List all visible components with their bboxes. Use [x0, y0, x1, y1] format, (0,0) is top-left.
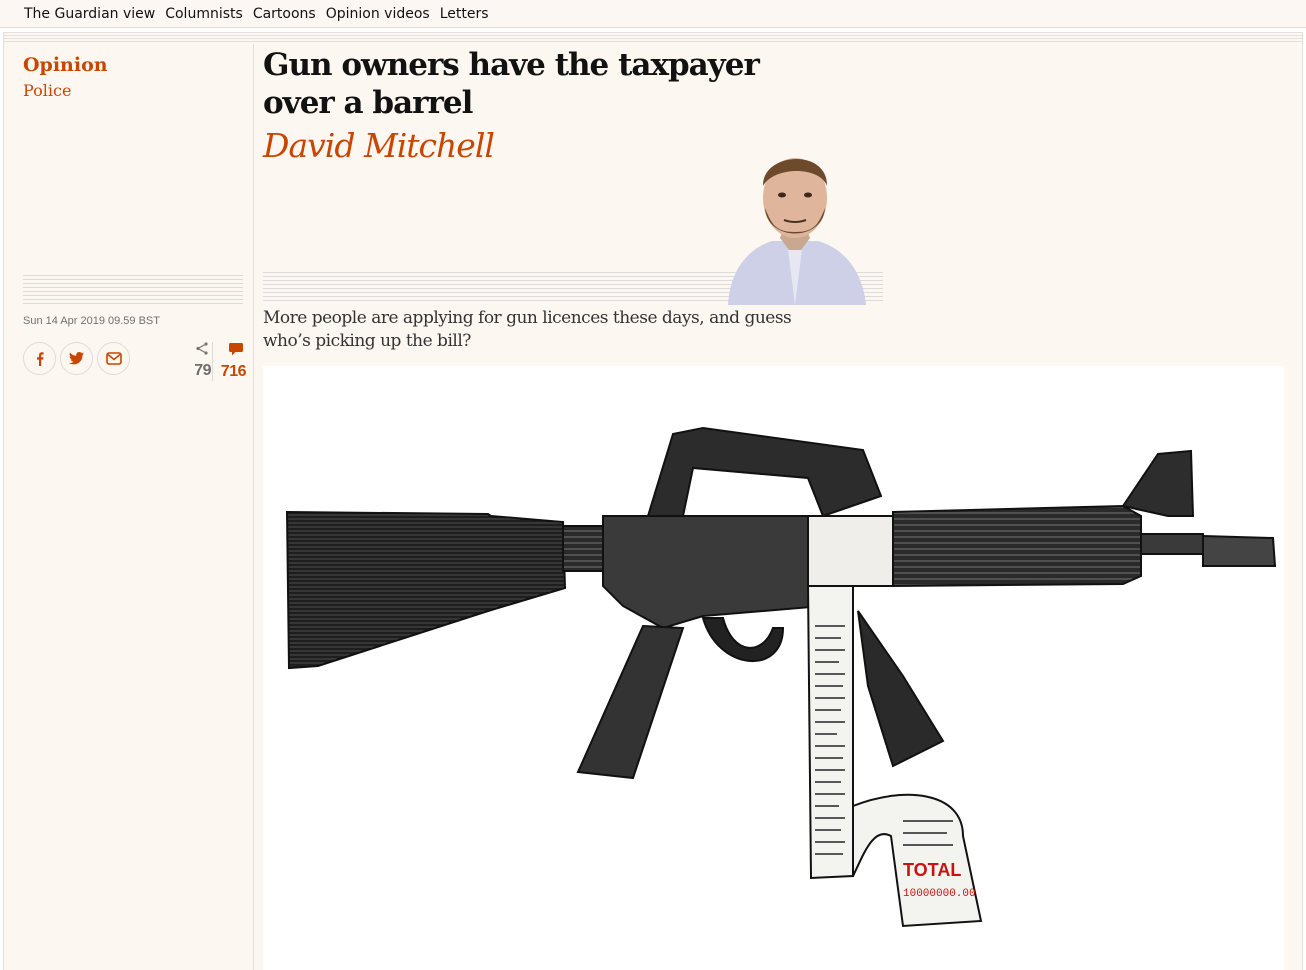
subnav-link-opinion-videos[interactable]: Opinion videos: [326, 6, 430, 22]
share-icon: [196, 342, 208, 355]
rifle-receipt-cartoon: TOTAL 10000000.00: [285, 426, 1277, 928]
author-photo: [728, 158, 866, 305]
meta-divider: [23, 275, 243, 305]
subnav-link-columnists[interactable]: Columnists: [165, 6, 243, 22]
email-icon: [105, 352, 122, 365]
subnav-link-letters[interactable]: Letters: [440, 6, 489, 22]
comment-icon: [229, 343, 243, 356]
facebook-icon: [36, 351, 44, 366]
series-label[interactable]: Police: [23, 81, 71, 100]
article-meta-column: Opinion Police Sun 14 Apr 2019 09.59 BST…: [4, 44, 254, 970]
article-headline: Gun owners have the taxpayer over a barr…: [263, 47, 760, 121]
receipt-total-value: 10000000.00: [903, 888, 976, 900]
comment-count: 716: [220, 363, 247, 380]
facebook-share-button[interactable]: [23, 342, 56, 375]
share-buttons: [23, 342, 130, 375]
engagement-counts: 79 716: [180, 342, 252, 386]
rifle-handguard: [892, 449, 1277, 588]
top-rule: [4, 32, 1302, 44]
article-standfirst: More people are applying for gun licence…: [263, 308, 792, 351]
comment-count-block[interactable]: 716: [212, 342, 247, 381]
section-label[interactable]: Opinion: [23, 54, 108, 76]
twitter-icon: [69, 352, 84, 365]
receipt-total-label: TOTAL: [903, 860, 961, 880]
opinion-subnav: The Guardian view Columnists Cartoons Op…: [0, 0, 1306, 28]
share-count-block[interactable]: 79: [180, 342, 212, 380]
subnav-link-guardian-view[interactable]: The Guardian view: [24, 6, 155, 22]
cartoon-image: TOTAL 10000000.00: [263, 366, 1284, 970]
email-share-button[interactable]: [97, 342, 130, 375]
subnav-link-cartoons[interactable]: Cartoons: [253, 6, 316, 22]
rifle-receiver: [576, 426, 945, 780]
twitter-share-button[interactable]: [60, 342, 93, 375]
author-byline[interactable]: David Mitchell: [263, 126, 495, 165]
publish-date: Sun 14 Apr 2019 09.59 BST: [23, 315, 160, 327]
rifle-stock: [285, 510, 604, 670]
article-page: Opinion Police Sun 14 Apr 2019 09.59 BST…: [3, 32, 1303, 970]
share-count: 79: [194, 362, 211, 379]
